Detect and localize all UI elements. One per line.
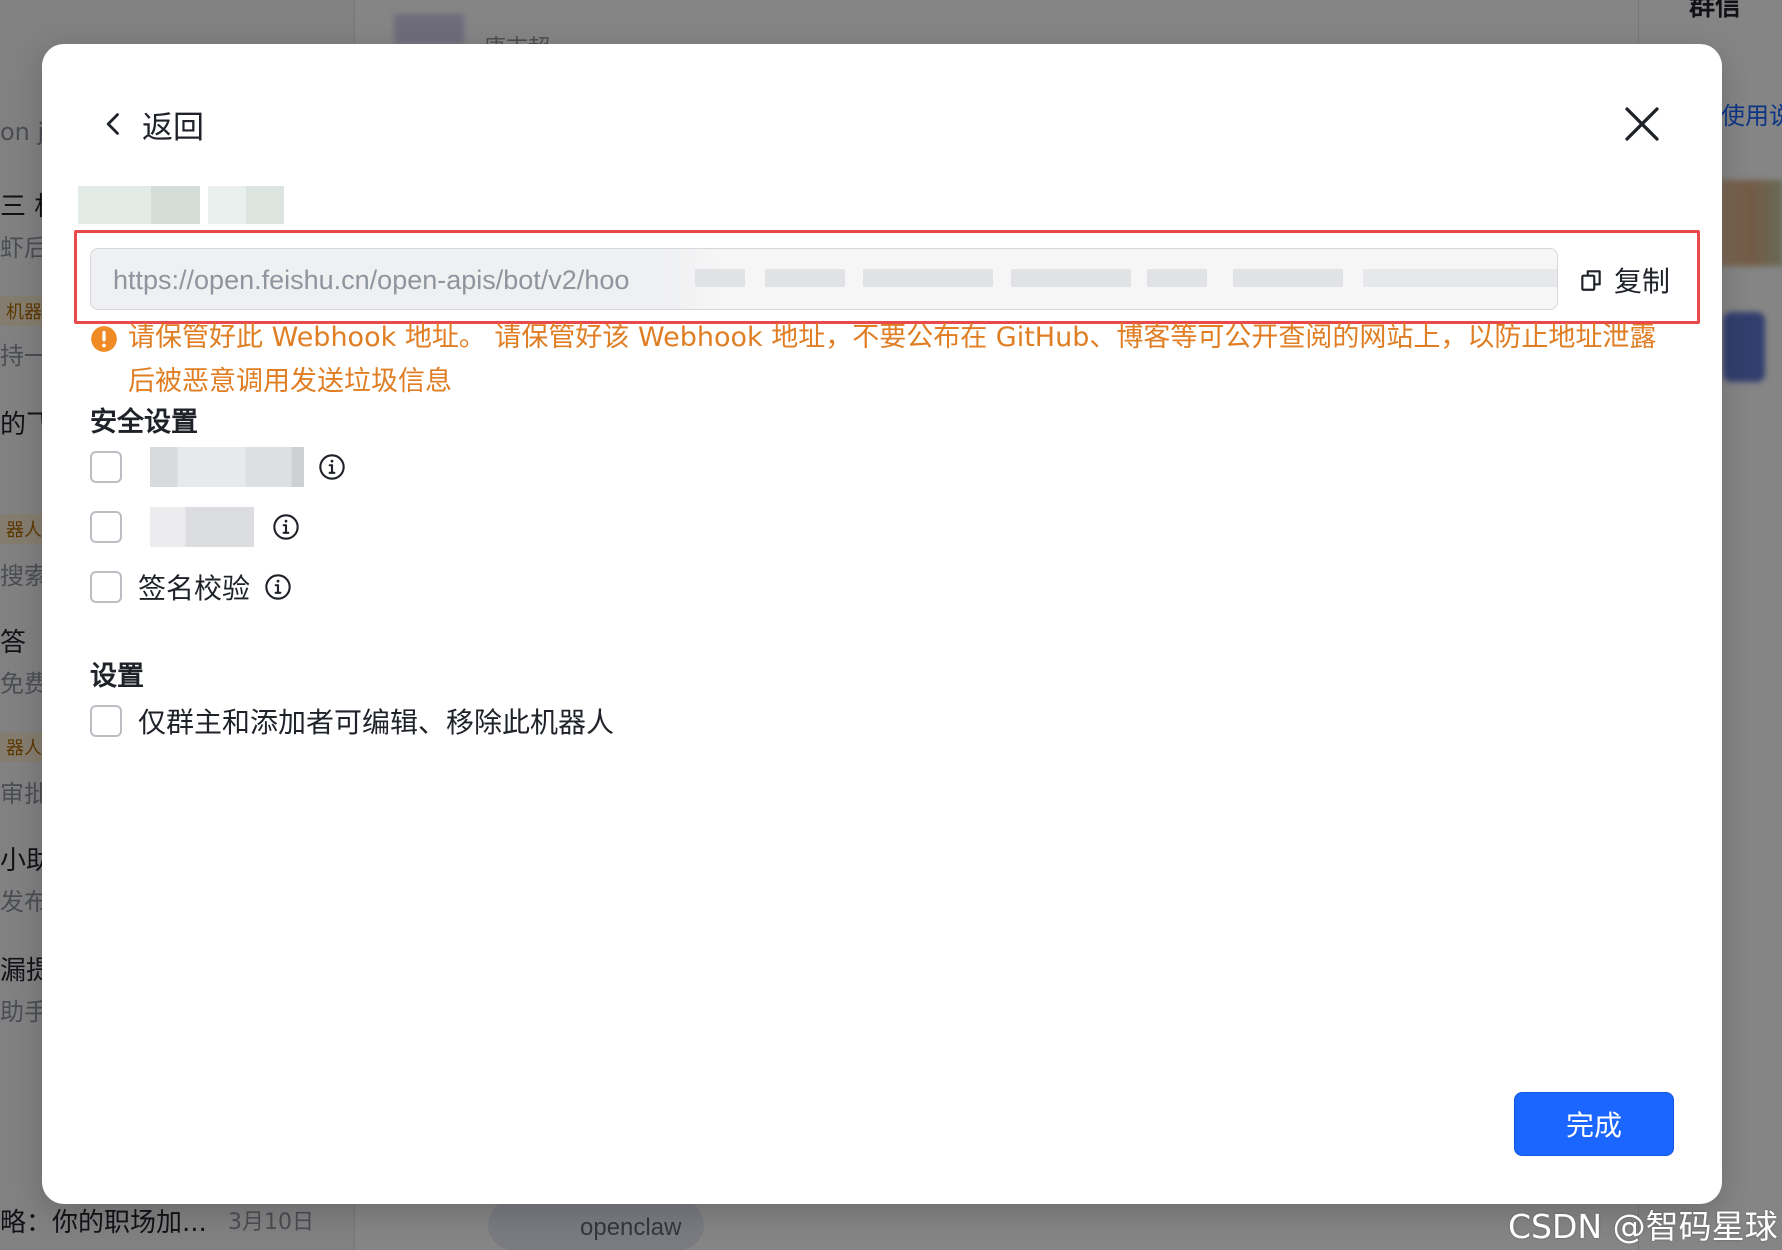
security-option-checkbox[interactable] bbox=[90, 511, 122, 543]
owner-only-label: 仅群主和添加者可编辑、移除此机器人 bbox=[138, 706, 615, 739]
warning-icon bbox=[91, 326, 117, 352]
settings-title: 设置 bbox=[90, 661, 144, 692]
chevron-left-icon bbox=[106, 113, 119, 135]
bot-name-redacted bbox=[78, 186, 284, 224]
webhook-url-text: https://open.feishu.cn/open-apis/bot/v2/… bbox=[113, 265, 630, 295]
owner-only-checkbox[interactable] bbox=[90, 705, 122, 737]
back-button[interactable]: 返回 bbox=[100, 102, 204, 146]
redacted-label bbox=[150, 507, 254, 547]
warning-text: 请保管好此 Webhook 地址。 请保管好该 Webhook 地址，不要公布在… bbox=[128, 322, 1657, 397]
close-icon[interactable] bbox=[1622, 104, 1662, 144]
info-icon[interactable] bbox=[318, 453, 346, 481]
url-redaction bbox=[667, 249, 1557, 309]
webhook-modal: 返回 https://open.feishu.cn/open-apis/bot/… bbox=[42, 44, 1722, 1204]
watermark: CSDN @智码星球 bbox=[1508, 1207, 1778, 1246]
security-option-signature: 签名校验 bbox=[90, 568, 292, 606]
info-icon[interactable] bbox=[264, 573, 292, 601]
copy-icon bbox=[1581, 270, 1601, 291]
security-option-checkbox[interactable] bbox=[90, 451, 122, 483]
redacted-label bbox=[150, 447, 304, 487]
signature-label: 签名校验 bbox=[138, 572, 251, 605]
info-icon[interactable] bbox=[272, 513, 300, 541]
security-option-1 bbox=[90, 447, 346, 487]
settings-option-owner-only: 仅群主和添加者可编辑、移除此机器人 bbox=[90, 702, 614, 740]
copy-button[interactable]: 复制 bbox=[1578, 258, 1670, 302]
webhook-warning: 请保管好此 Webhook 地址。 请保管好该 Webhook 地址，不要公布在… bbox=[90, 316, 1680, 404]
copy-label: 复制 bbox=[1614, 265, 1671, 298]
back-label: 返回 bbox=[142, 109, 204, 146]
signature-checkbox[interactable] bbox=[90, 571, 122, 603]
security-settings-title: 安全设置 bbox=[90, 407, 198, 438]
security-option-2 bbox=[90, 507, 300, 547]
done-button[interactable]: 完成 bbox=[1514, 1092, 1674, 1156]
webhook-url-field[interactable]: https://open.feishu.cn/open-apis/bot/v2/… bbox=[90, 248, 1558, 310]
